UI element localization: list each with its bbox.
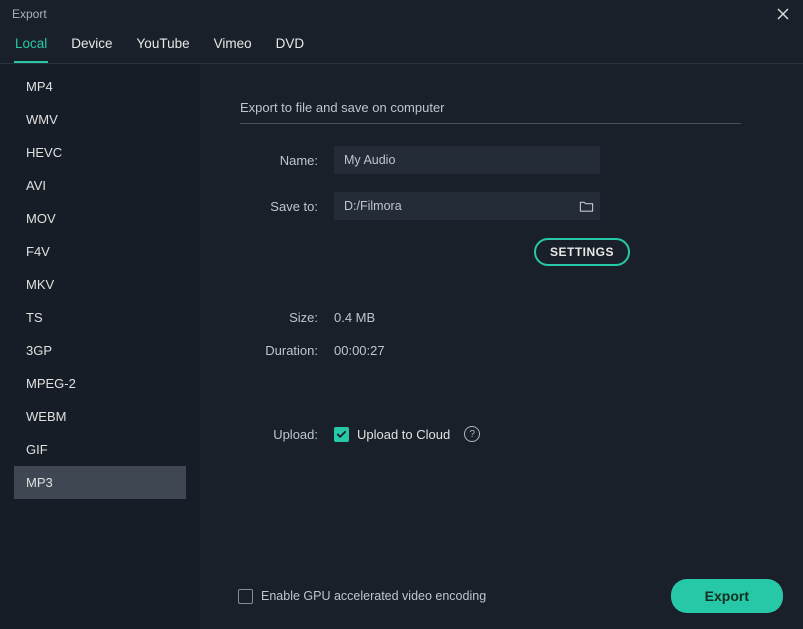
saveto-input-wrap	[334, 192, 600, 220]
format-item-ts[interactable]: TS	[14, 301, 186, 334]
export-button[interactable]: Export	[671, 579, 783, 613]
format-item-avi[interactable]: AVI	[14, 169, 186, 202]
duration-value: 00:00:27	[334, 343, 385, 358]
size-row: Size: 0.4 MB	[200, 310, 751, 325]
upload-checkbox-wrap: Upload to Cloud ?	[334, 426, 480, 442]
tab-youtube[interactable]: YouTube	[136, 36, 191, 63]
tab-vimeo[interactable]: Vimeo	[213, 36, 253, 63]
gpu-checkbox-label: Enable GPU accelerated video encoding	[261, 589, 486, 603]
check-icon	[336, 429, 347, 440]
titlebar: Export	[0, 0, 803, 28]
tab-device[interactable]: Device	[70, 36, 113, 63]
saveto-row: Save to:	[200, 192, 751, 220]
export-window: Export Local Device YouTube Vimeo DVD MP…	[0, 0, 803, 629]
format-item-mp3[interactable]: MP3	[14, 466, 186, 499]
size-label: Size:	[200, 310, 334, 325]
upload-checkbox-label: Upload to Cloud	[357, 427, 450, 442]
format-item-wmv[interactable]: WMV	[14, 103, 186, 136]
close-button[interactable]	[775, 6, 791, 22]
format-item-gif[interactable]: GIF	[14, 433, 186, 466]
settings-row: SETTINGS	[200, 238, 751, 266]
format-item-mp4[interactable]: MP4	[14, 70, 186, 103]
saveto-label: Save to:	[200, 199, 334, 214]
format-item-webm[interactable]: WEBM	[14, 400, 186, 433]
name-row: Name:	[200, 146, 751, 174]
settings-button[interactable]: SETTINGS	[534, 238, 630, 266]
size-value: 0.4 MB	[334, 310, 375, 325]
tab-dvd[interactable]: DVD	[275, 36, 306, 63]
duration-label: Duration:	[200, 343, 334, 358]
footer: Enable GPU accelerated video encoding Ex…	[200, 579, 783, 613]
body-area: MP4 WMV HEVC AVI MOV F4V MKV TS 3GP MPEG…	[0, 64, 803, 629]
tabbar: Local Device YouTube Vimeo DVD	[0, 28, 803, 64]
duration-row: Duration: 00:00:27	[200, 343, 751, 358]
section-title: Export to file and save on computer	[240, 100, 741, 124]
format-item-f4v[interactable]: F4V	[14, 235, 186, 268]
main-panel: Export to file and save on computer Name…	[200, 64, 803, 629]
saveto-input[interactable]	[334, 199, 572, 213]
upload-checkbox[interactable]	[334, 427, 349, 442]
name-input[interactable]	[334, 146, 600, 174]
gpu-checkbox-wrap: Enable GPU accelerated video encoding	[238, 589, 486, 604]
format-item-hevc[interactable]: HEVC	[14, 136, 186, 169]
name-label: Name:	[200, 153, 334, 168]
format-list: MP4 WMV HEVC AVI MOV F4V MKV TS 3GP MPEG…	[14, 70, 186, 499]
gpu-checkbox[interactable]	[238, 589, 253, 604]
browse-folder-button[interactable]	[572, 192, 600, 220]
close-icon	[776, 7, 790, 21]
format-item-mkv[interactable]: MKV	[14, 268, 186, 301]
upload-row: Upload: Upload to Cloud ?	[200, 426, 751, 442]
folder-icon	[579, 199, 594, 214]
format-sidebar: MP4 WMV HEVC AVI MOV F4V MKV TS 3GP MPEG…	[0, 64, 200, 629]
format-item-mov[interactable]: MOV	[14, 202, 186, 235]
format-item-mpeg2[interactable]: MPEG-2	[14, 367, 186, 400]
format-item-3gp[interactable]: 3GP	[14, 334, 186, 367]
tab-local[interactable]: Local	[14, 36, 48, 63]
upload-help-button[interactable]: ?	[464, 426, 480, 442]
upload-label: Upload:	[200, 427, 334, 442]
window-title: Export	[12, 7, 47, 21]
